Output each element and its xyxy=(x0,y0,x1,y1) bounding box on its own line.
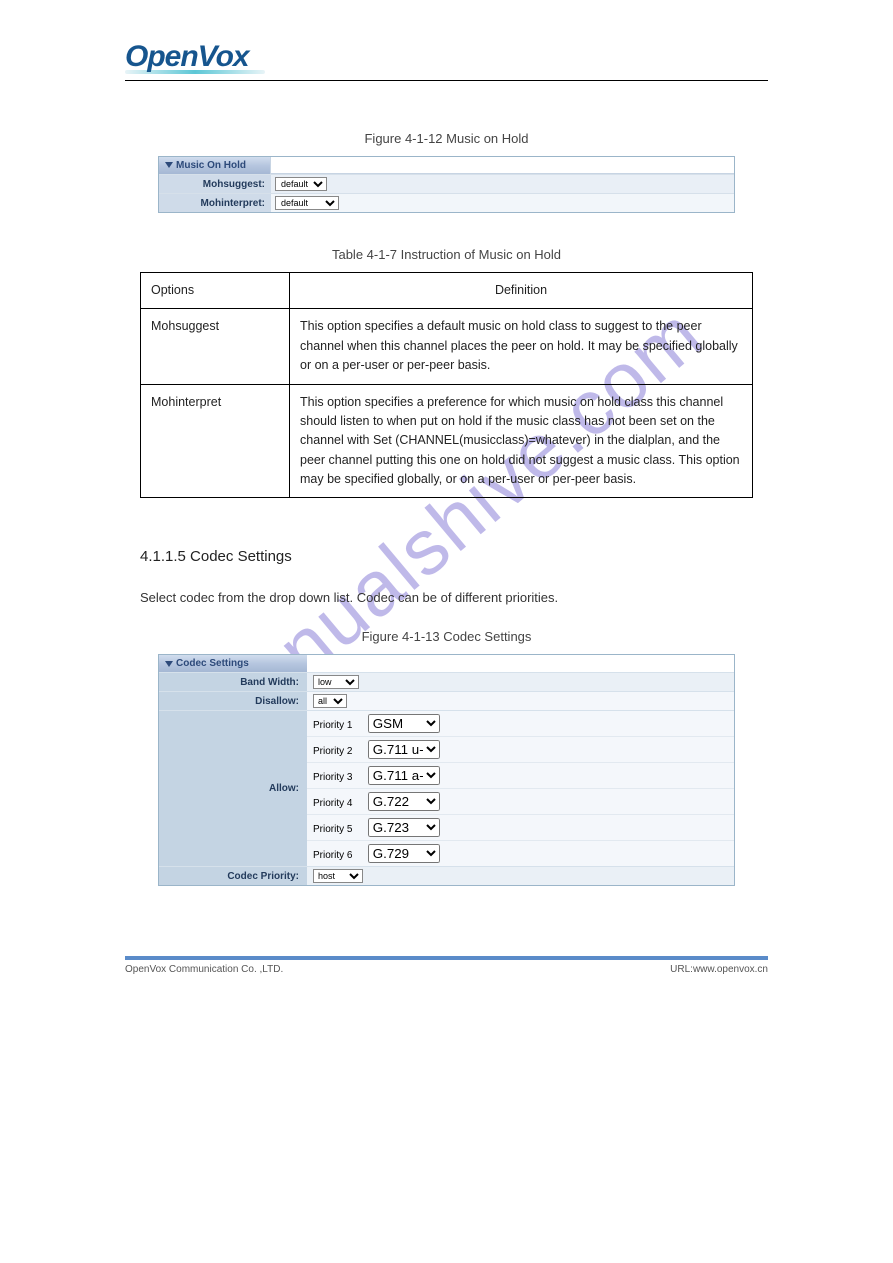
priority-label: Priority 4 xyxy=(313,798,365,809)
priority-row: Priority 2 G.711 u-law xyxy=(307,736,734,762)
table-row: Mohsuggest This option specifies a defau… xyxy=(141,309,753,384)
codec-row-priority: Codec Priority: host xyxy=(159,866,734,885)
priority2-select[interactable]: G.711 u-law xyxy=(368,740,440,759)
figure-caption-moh: Figure 4-1-12 Music on Hold xyxy=(0,131,893,146)
cell-option: Mohinterpret xyxy=(141,384,290,498)
figure-caption-codec: Figure 4-1-13 Codec Settings xyxy=(0,629,893,644)
priority5-select[interactable]: G.723 xyxy=(368,818,440,837)
chevron-down-icon xyxy=(165,162,173,168)
priority-row: Priority 6 G.729 xyxy=(307,840,734,866)
moh-label-mohsuggest: Mohsuggest: xyxy=(159,175,271,193)
moh-panel-title[interactable]: Music On Hold xyxy=(159,157,271,174)
page-header: OpenVox xyxy=(125,40,768,81)
mohsuggest-select[interactable]: default xyxy=(275,177,327,191)
allow-label: Allow: xyxy=(159,711,307,866)
priority-row: Priority 5 G.723 xyxy=(307,814,734,840)
priority6-select[interactable]: G.729 xyxy=(368,844,440,863)
disallow-select[interactable]: all xyxy=(313,694,347,708)
footer: OpenVox Communication Co. ,LTD. URL:www.… xyxy=(125,964,768,975)
footer-company: OpenVox Communication Co. ,LTD. xyxy=(125,964,283,975)
cell-definition: This option specifies a default music on… xyxy=(290,309,753,384)
priority-label: Priority 2 xyxy=(313,746,365,757)
chevron-down-icon xyxy=(165,661,173,667)
moh-row-mohinterpret: Mohinterpret: default xyxy=(159,193,734,212)
disallow-label: Disallow: xyxy=(159,692,307,710)
moh-panel: Music On Hold Mohsuggest: default Mohint… xyxy=(158,156,735,213)
moh-label-mohinterpret: Mohinterpret: xyxy=(159,194,271,212)
instruction-table: Options Definition Mohsuggest This optio… xyxy=(140,272,753,498)
table-row: Mohinterpret This option specifies a pre… xyxy=(141,384,753,498)
codec-row-disallow: Disallow: all xyxy=(159,691,734,710)
col-header-options: Options xyxy=(141,273,290,309)
mohinterpret-select[interactable]: default xyxy=(275,196,339,210)
priority-label: Priority 5 xyxy=(313,824,365,835)
cell-definition: This option specifies a preference for w… xyxy=(290,384,753,498)
bandwidth-select[interactable]: low xyxy=(313,675,359,689)
logo: OpenVox xyxy=(125,40,768,74)
instruction-table-caption: Table 4-1-7 Instruction of Music on Hold xyxy=(0,247,893,262)
footer-divider xyxy=(125,956,768,960)
section-body-codec: Select codec from the drop down list. Co… xyxy=(140,587,753,609)
table-header-row: Options Definition xyxy=(141,273,753,309)
priority1-select[interactable]: GSM xyxy=(368,714,440,733)
footer-url: URL:www.openvox.cn xyxy=(670,964,768,975)
priority-row: Priority 1 GSM xyxy=(307,711,734,736)
priority-label: Priority 3 xyxy=(313,772,365,783)
codec-row-bandwidth: Band Width: low xyxy=(159,672,734,691)
priority-row: Priority 3 G.711 a-law xyxy=(307,762,734,788)
moh-row-mohsuggest: Mohsuggest: default xyxy=(159,174,734,193)
section-title-codec: 4.1.1.5 Codec Settings xyxy=(140,548,753,565)
col-header-definition: Definition xyxy=(290,273,753,309)
priority-row: Priority 4 G.722 xyxy=(307,788,734,814)
bandwidth-label: Band Width: xyxy=(159,673,307,691)
codec-priority-select[interactable]: host xyxy=(313,869,363,883)
priority-label: Priority 1 xyxy=(313,720,365,731)
cell-option: Mohsuggest xyxy=(141,309,290,384)
codec-panel-title[interactable]: Codec Settings xyxy=(159,655,307,672)
codec-priority-label: Codec Priority: xyxy=(159,867,307,885)
codec-row-allow: Allow: Priority 1 GSM Priority 2 G.711 u… xyxy=(159,710,734,866)
priority3-select[interactable]: G.711 a-law xyxy=(368,766,440,785)
priority-label: Priority 6 xyxy=(313,850,365,861)
codec-panel: Codec Settings Band Width: low Disallow:… xyxy=(158,654,735,886)
priority4-select[interactable]: G.722 xyxy=(368,792,440,811)
